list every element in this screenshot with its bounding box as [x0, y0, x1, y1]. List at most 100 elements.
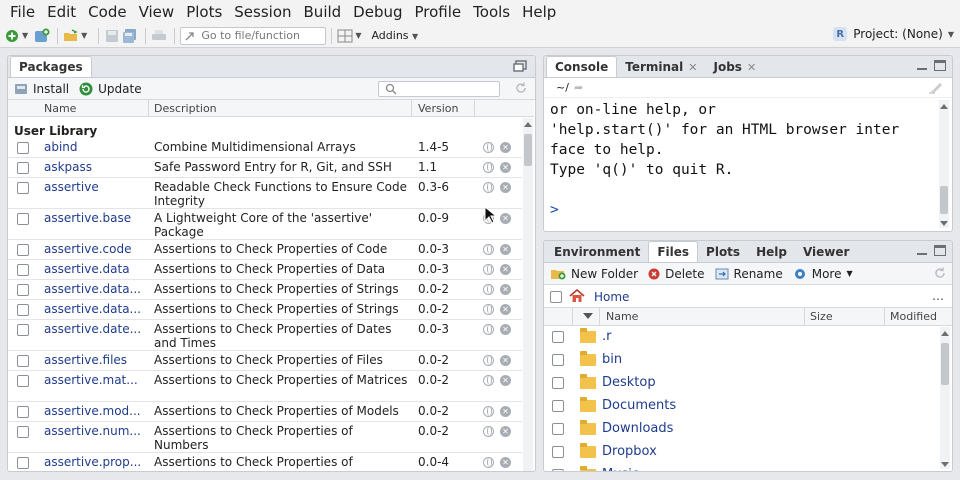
- tab-environment[interactable]: Environment: [546, 242, 648, 262]
- delete-button[interactable]: Delete: [648, 267, 705, 281]
- menu-debug[interactable]: Debug: [347, 3, 408, 21]
- scroll-thumb[interactable]: [524, 134, 532, 166]
- folder-name-link[interactable]: Dropbox: [602, 444, 657, 459]
- maximize-pane-icon[interactable]: [934, 60, 946, 71]
- package-load-checkbox[interactable]: [17, 244, 29, 256]
- rename-button[interactable]: Rename: [715, 267, 783, 281]
- sort-down-icon[interactable]: [583, 313, 593, 319]
- project-menu[interactable]: R Project: (None) ▼: [833, 27, 954, 41]
- remove-package-icon[interactable]: ✕: [500, 244, 511, 255]
- package-name-link[interactable]: abind: [44, 140, 148, 154]
- print-icon[interactable]: [151, 28, 167, 44]
- column-header-version[interactable]: Version: [418, 102, 458, 115]
- package-load-checkbox[interactable]: [17, 213, 29, 225]
- package-load-checkbox[interactable]: [17, 406, 29, 418]
- home-icon[interactable]: [569, 288, 585, 306]
- close-jobs-tab-icon[interactable]: ✕: [747, 61, 756, 74]
- go-to-dir-arrow-icon[interactable]: ➦: [574, 81, 583, 94]
- package-load-checkbox[interactable]: [17, 457, 29, 469]
- tab-plots[interactable]: Plots: [698, 242, 748, 262]
- menu-edit[interactable]: Edit: [41, 3, 82, 21]
- remove-package-icon[interactable]: ✕: [500, 324, 511, 335]
- folder-name-link[interactable]: Downloads: [602, 421, 673, 436]
- tab-jobs[interactable]: Jobs ✕: [705, 57, 764, 77]
- file-select-checkbox[interactable]: [552, 354, 564, 366]
- addins-menu[interactable]: Addins ▼: [371, 29, 424, 42]
- packages-search-input[interactable]: [378, 81, 500, 97]
- pane-layout-icon[interactable]: [337, 28, 353, 44]
- package-load-checkbox[interactable]: [17, 426, 29, 438]
- remove-package-icon[interactable]: ✕: [500, 375, 511, 386]
- package-load-checkbox[interactable]: [17, 355, 29, 367]
- new-project-icon[interactable]: [34, 28, 50, 44]
- pane-layout-dropdown-icon[interactable]: ▼: [355, 31, 361, 40]
- menu-profile[interactable]: Profile: [409, 3, 468, 21]
- package-website-icon[interactable]: [483, 304, 494, 315]
- remove-package-icon[interactable]: ✕: [500, 284, 511, 295]
- package-load-checkbox[interactable]: [17, 304, 29, 316]
- package-load-checkbox[interactable]: [17, 375, 29, 387]
- file-select-checkbox[interactable]: [552, 423, 564, 435]
- file-select-checkbox[interactable]: [552, 446, 564, 458]
- folder-name-link[interactable]: .r: [602, 329, 611, 344]
- package-website-icon[interactable]: [483, 182, 494, 193]
- tab-viewer[interactable]: Viewer: [795, 242, 857, 262]
- package-website-icon[interactable]: [483, 264, 494, 275]
- console-prompt[interactable]: >: [550, 202, 559, 218]
- minimize-pane-icon[interactable]: [916, 245, 928, 257]
- package-load-checkbox[interactable]: [17, 182, 29, 194]
- remove-package-icon[interactable]: ✕: [500, 355, 511, 366]
- package-load-checkbox[interactable]: [17, 284, 29, 296]
- column-header-description[interactable]: Description: [154, 102, 217, 115]
- file-select-checkbox[interactable]: [552, 400, 564, 412]
- file-select-checkbox[interactable]: [552, 331, 564, 343]
- package-name-link[interactable]: assertive.num...: [44, 424, 148, 438]
- menu-code[interactable]: Code: [82, 3, 132, 21]
- scroll-down-arrow-icon[interactable]: [940, 221, 948, 226]
- scroll-down-arrow-icon[interactable]: [941, 462, 949, 467]
- remove-package-icon[interactable]: ✕: [500, 162, 511, 173]
- remove-package-icon[interactable]: ✕: [500, 182, 511, 193]
- tab-files[interactable]: Files: [648, 241, 699, 262]
- remove-package-icon[interactable]: ✕: [500, 426, 511, 437]
- console-working-dir[interactable]: ~/: [556, 81, 569, 94]
- file-select-checkbox[interactable]: [552, 377, 564, 389]
- remove-package-icon[interactable]: ✕: [500, 457, 511, 468]
- tab-packages[interactable]: Packages: [10, 56, 92, 77]
- package-website-icon[interactable]: [483, 457, 494, 468]
- column-header-name[interactable]: Name: [606, 310, 638, 323]
- remove-package-icon[interactable]: ✕: [500, 304, 511, 315]
- tab-help[interactable]: Help: [748, 242, 795, 262]
- menu-help[interactable]: Help: [516, 3, 562, 21]
- column-header-modified[interactable]: Modified: [890, 310, 937, 323]
- package-name-link[interactable]: assertive.data...: [44, 282, 148, 296]
- package-name-link[interactable]: assertive.base: [44, 211, 148, 225]
- package-name-link[interactable]: assertive.data: [44, 262, 148, 276]
- package-load-checkbox[interactable]: [17, 264, 29, 276]
- refresh-icon[interactable]: [933, 266, 947, 283]
- go-to-file-input[interactable]: Go to file/function: [180, 26, 327, 45]
- scroll-up-arrow-icon[interactable]: [940, 104, 948, 109]
- package-name-link[interactable]: assertive.code: [44, 242, 148, 256]
- file-select-checkbox[interactable]: [552, 469, 564, 471]
- remove-package-icon[interactable]: ✕: [500, 264, 511, 275]
- folder-name-link[interactable]: bin: [602, 352, 622, 367]
- package-website-icon[interactable]: [483, 406, 494, 417]
- save-all-icon[interactable]: [122, 28, 138, 44]
- package-name-link[interactable]: assertive.data...: [44, 302, 148, 316]
- package-load-checkbox[interactable]: [17, 142, 29, 154]
- scroll-thumb[interactable]: [940, 186, 948, 214]
- select-all-checkbox[interactable]: [550, 291, 562, 303]
- scroll-up-arrow-icon[interactable]: [524, 122, 532, 127]
- package-load-checkbox[interactable]: [17, 324, 29, 336]
- menu-plots[interactable]: Plots: [180, 3, 228, 21]
- new-file-icon[interactable]: [4, 28, 20, 44]
- new-folder-button[interactable]: New Folder: [550, 267, 638, 281]
- menu-build[interactable]: Build: [298, 3, 348, 21]
- tab-console[interactable]: Console: [546, 56, 618, 77]
- breadcrumb-home[interactable]: Home: [594, 290, 629, 304]
- new-file-dropdown-icon[interactable]: ▼: [22, 31, 28, 40]
- maximize-pane-icon[interactable]: [934, 245, 946, 256]
- package-name-link[interactable]: assertive: [44, 180, 148, 194]
- menu-session[interactable]: Session: [228, 3, 297, 21]
